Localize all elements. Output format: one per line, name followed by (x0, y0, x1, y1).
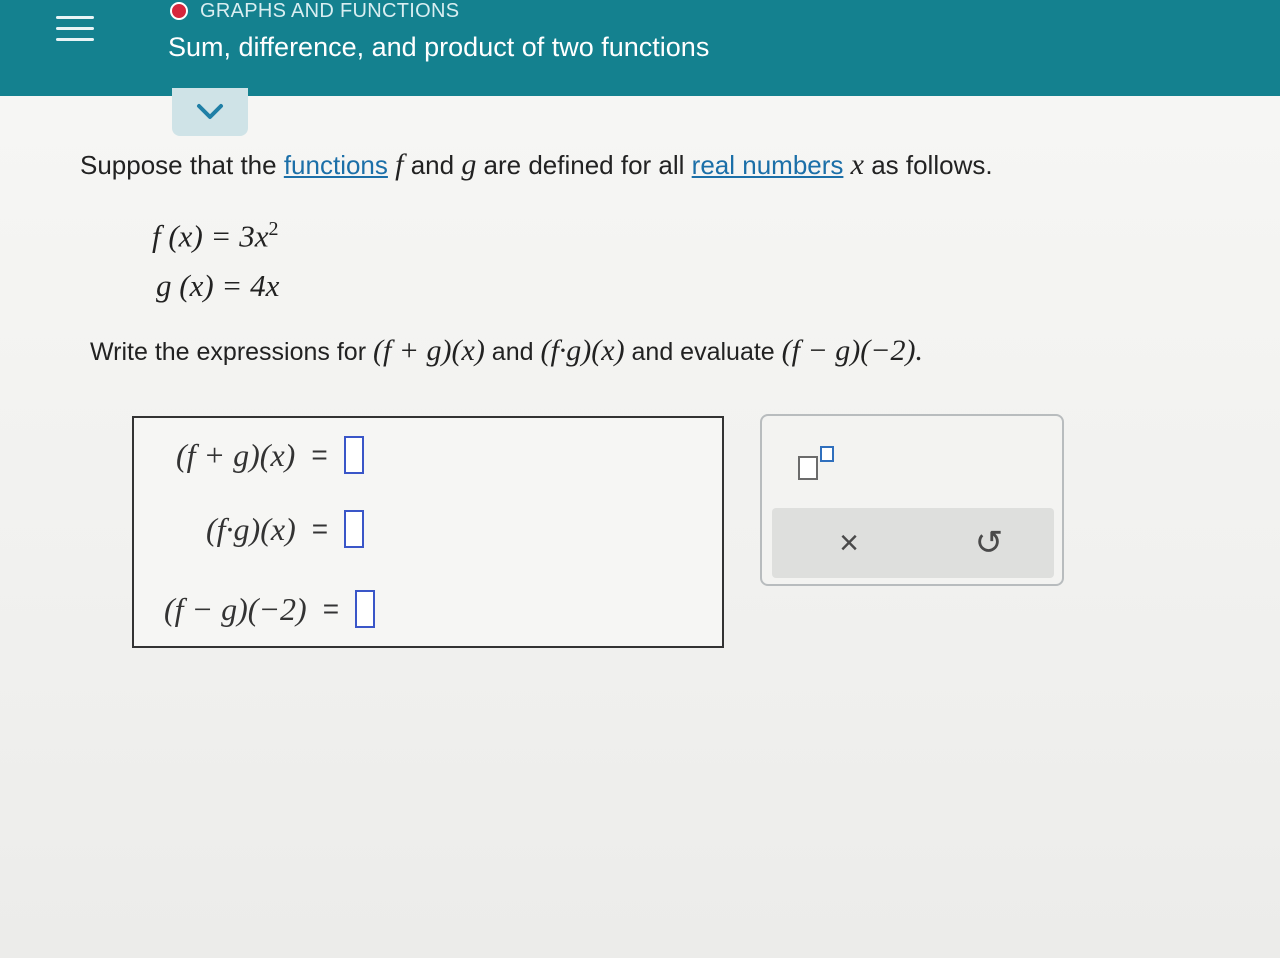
exponent-button[interactable] (792, 440, 842, 480)
g-definition: g (x) = 4x (156, 268, 279, 304)
problem-intro: Suppose that the functions f and g are d… (80, 148, 993, 182)
collapse-toggle-button[interactable] (172, 88, 248, 136)
answer-row-difference: (f − g)(−2) = (164, 590, 376, 628)
intro-text-1: Suppose that the (80, 150, 284, 180)
menu-icon[interactable] (52, 8, 98, 48)
app-header: GRAPHS AND FUNCTIONS Sum, difference, an… (0, 0, 1280, 96)
chevron-down-icon (197, 104, 223, 119)
task-text-3: and evaluate (624, 338, 782, 366)
real-numbers-link[interactable]: real numbers (692, 150, 844, 180)
topic-status-dot-icon (170, 2, 188, 20)
lesson-title: Sum, difference, and product of two func… (168, 32, 710, 62)
g-definition-expression: g (x) = 4x (156, 268, 280, 303)
answer-label-sum: (f + g)(x) (176, 436, 296, 473)
equals-sign: = (311, 513, 329, 544)
var-g: g (461, 148, 477, 181)
intro-text-4: as follows. (863, 150, 993, 180)
var-x: x (850, 148, 864, 181)
equals-sign: = (322, 593, 340, 624)
close-icon: × (839, 523, 859, 562)
answer-row-product: (f·g)(x) = (206, 510, 365, 548)
functions-link[interactable]: functions (284, 150, 388, 180)
clear-button[interactable]: × (826, 520, 872, 566)
intro-text-3: are defined for all (476, 150, 692, 180)
task-instructions: Write the expressions for (f + g)(x) and… (90, 334, 923, 368)
product-answer-input[interactable] (344, 510, 365, 548)
topic-label: GRAPHS AND FUNCTIONS (200, 0, 460, 22)
math-tool-panel: × ↺ (760, 414, 1064, 586)
equals-sign: = (311, 439, 328, 470)
sum-answer-input[interactable] (343, 436, 364, 474)
exponent-base-icon (798, 456, 818, 480)
undo-icon: ↺ (974, 524, 1004, 562)
task-expr-sum: (f + g)(x) (372, 334, 485, 367)
task-text-2: and (484, 338, 541, 366)
f-definition-expression: f (x) = 3x (152, 218, 269, 254)
answer-label-difference: (f − g)(−2) (164, 590, 307, 627)
task-expr-product: (f·g)(x) (540, 334, 625, 367)
task-text-1: Write the expressions for (90, 338, 373, 366)
f-definition: f (x) = 3x2 (152, 218, 278, 254)
intro-text-2: and (403, 150, 462, 180)
difference-answer-input[interactable] (355, 590, 376, 628)
exponent-icon (820, 446, 834, 462)
answer-row-sum: (f + g)(x) = (176, 436, 364, 474)
answer-box: (f + g)(x) = (f·g)(x) = (f − g)(−2) = (132, 416, 724, 648)
f-definition-exponent: 2 (268, 218, 279, 240)
task-expr-difference: (f − g)(−2). (781, 334, 923, 367)
undo-button[interactable]: ↺ (966, 520, 1012, 566)
page: GRAPHS AND FUNCTIONS Sum, difference, an… (0, 0, 1280, 958)
topic-row: GRAPHS AND FUNCTIONS (170, 0, 459, 25)
tool-action-bar: × ↺ (772, 508, 1054, 578)
answer-label-product: (f·g)(x) (206, 510, 296, 547)
